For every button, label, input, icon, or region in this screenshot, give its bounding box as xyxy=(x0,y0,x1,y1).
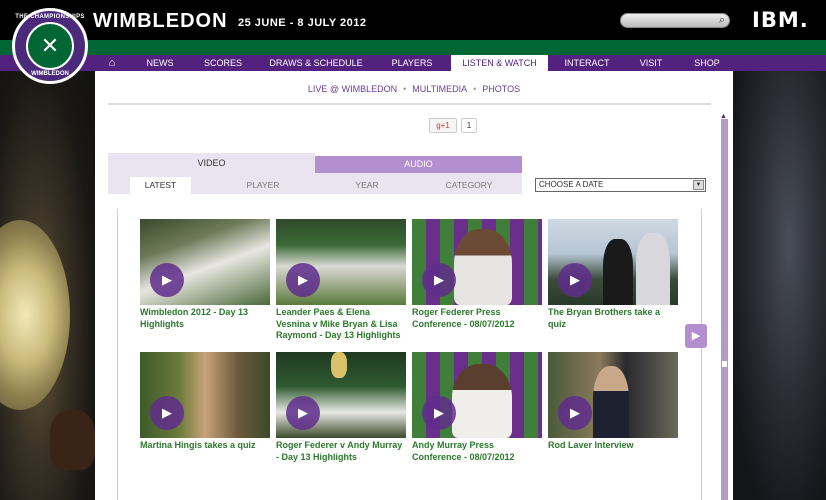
player-image xyxy=(452,364,512,438)
trophy-image xyxy=(0,220,70,410)
next-arrow-button[interactable]: ▶ xyxy=(685,324,707,348)
nav-item-news[interactable]: NEWS xyxy=(135,55,185,71)
search-icon[interactable]: ⌕ xyxy=(719,14,725,27)
video-title[interactable]: Leander Paes & Elena Vesnina v Mike Brya… xyxy=(276,307,406,342)
nav-item-shop[interactable]: SHOP xyxy=(688,55,726,71)
video-card[interactable]: ▶ Roger Federer v Andy Murray - Day 13 H… xyxy=(276,352,406,463)
main-panel: LIVE @ WIMBLEDON • MULTIMEDIA • PHOTOS g+1 1… xyxy=(95,71,733,500)
video-card[interactable]: ▶ Roger Federer Press Conference - 08/07… xyxy=(412,219,542,330)
search-input[interactable]: ⌕ xyxy=(620,13,730,28)
filter-year[interactable]: YEAR xyxy=(337,177,397,194)
nav-item-visit[interactable]: VISIT xyxy=(629,55,673,71)
event-dates: 25 JUNE - 8 JULY 2012 xyxy=(238,17,367,29)
video-title[interactable]: Rod Laver Interview xyxy=(548,440,678,452)
sponsor-logo[interactable]: IBM. xyxy=(752,8,809,32)
play-icon[interactable]: ▶ xyxy=(286,396,320,430)
logo-text-bottom: WIMBLEDON xyxy=(31,71,69,77)
gplus-button[interactable]: g+1 xyxy=(429,118,457,133)
video-thumbnail[interactable]: ▶ xyxy=(548,352,678,438)
video-card[interactable]: ▶ Leander Paes & Elena Vesnina v Mike Br… xyxy=(276,219,406,342)
video-card[interactable]: ▶ Andy Murray Press Conference - 08/07/2… xyxy=(412,352,542,463)
championships-logo[interactable]: THE CHAMPIONSHIPS ✕ WIMBLEDON xyxy=(12,8,88,84)
video-title[interactable]: Martina Hingis takes a quiz xyxy=(140,440,270,452)
play-icon[interactable]: ▶ xyxy=(558,396,592,430)
scrollbar[interactable] xyxy=(721,119,728,500)
video-thumbnail[interactable]: ▶ xyxy=(412,219,542,305)
divider xyxy=(108,103,711,105)
video-title[interactable]: Roger Federer v Andy Murray - Day 13 Hig… xyxy=(276,440,406,463)
play-icon[interactable]: ▶ xyxy=(422,396,456,430)
hand-image xyxy=(50,410,95,470)
video-title[interactable]: Roger Federer Press Conference - 08/07/2… xyxy=(412,307,542,330)
play-icon[interactable]: ▶ xyxy=(286,263,320,297)
nav-item-scores[interactable]: SCORES xyxy=(196,55,250,71)
video-thumbnail[interactable]: ▶ xyxy=(412,352,542,438)
video-thumbnail[interactable]: ▶ xyxy=(140,219,270,305)
nav-item-interact[interactable]: INTERACT xyxy=(559,55,615,71)
main-nav: ⌂ NEWS SCORES DRAWS & SCHEDULE PLAYERS L… xyxy=(0,55,826,71)
play-icon[interactable]: ▶ xyxy=(422,263,456,297)
video-thumbnail[interactable]: ▶ xyxy=(548,219,678,305)
background-crowd-left xyxy=(0,70,95,500)
date-select[interactable]: CHOOSE A DATE ▼ xyxy=(535,178,706,192)
gplus-label: +1 xyxy=(440,121,450,130)
filter-category[interactable]: CATEGORY xyxy=(439,177,499,194)
video-title[interactable]: The Bryan Brothers take a quiz xyxy=(548,307,678,330)
player-image xyxy=(603,239,633,305)
tab-video-label: VIDEO xyxy=(197,158,226,168)
player-image xyxy=(593,366,629,438)
trophy-icon xyxy=(331,352,347,378)
sub-link-photos[interactable]: PHOTOS xyxy=(482,84,520,94)
scrollbar-gap xyxy=(722,361,727,367)
video-card[interactable]: ▶ Wimbledon 2012 - Day 13 Highlights xyxy=(140,219,270,330)
nav-item-players[interactable]: PLAYERS xyxy=(381,55,443,71)
separator: • xyxy=(473,84,477,94)
logo-text-top: THE CHAMPIONSHIPS xyxy=(15,14,85,20)
video-title[interactable]: Wimbledon 2012 - Day 13 Highlights xyxy=(140,307,270,330)
video-thumbnail[interactable]: ▶ xyxy=(276,352,406,438)
video-card[interactable]: ▶ The Bryan Brothers take a quiz xyxy=(548,219,678,330)
video-card[interactable]: ▶ Rod Laver Interview xyxy=(548,352,678,452)
background-crowd-right xyxy=(733,70,826,500)
brand-title[interactable]: WIMBLEDON xyxy=(93,10,228,33)
tab-audio[interactable]: AUDIO xyxy=(315,156,522,173)
crossed-rackets-icon: ✕ xyxy=(26,22,74,70)
video-card[interactable]: ▶ Martina Hingis takes a quiz xyxy=(140,352,270,452)
sub-nav: LIVE @ WIMBLEDON • MULTIMEDIA • PHOTOS xyxy=(95,84,733,94)
date-select-value: CHOOSE A DATE xyxy=(539,180,604,189)
video-title[interactable]: Andy Murray Press Conference - 08/07/201… xyxy=(412,440,542,463)
gplus-count: 1 xyxy=(461,118,477,133)
play-icon[interactable]: ▶ xyxy=(150,396,184,430)
home-icon[interactable]: ⌂ xyxy=(104,55,120,71)
sub-link-multimedia[interactable]: MULTIMEDIA xyxy=(412,84,467,94)
video-thumbnail[interactable]: ▶ xyxy=(276,219,406,305)
sub-link-live[interactable]: LIVE @ WIMBLEDON xyxy=(308,84,397,94)
header-green-bar xyxy=(0,40,826,55)
separator: • xyxy=(403,84,407,94)
chevron-down-icon[interactable]: ▼ xyxy=(693,180,704,190)
filter-latest[interactable]: LATEST xyxy=(130,177,191,194)
nav-item-listen-watch[interactable]: LISTEN & WATCH xyxy=(451,55,548,71)
filter-player[interactable]: PLAYER xyxy=(233,177,293,194)
player-image xyxy=(454,229,512,305)
player-image xyxy=(636,233,670,305)
play-icon[interactable]: ▶ xyxy=(150,263,184,297)
play-icon[interactable]: ▶ xyxy=(558,263,592,297)
site-header: WIMBLEDON 25 JUNE - 8 JULY 2012 ⌕ IBM. xyxy=(0,0,826,40)
nav-item-draws-schedule[interactable]: DRAWS & SCHEDULE xyxy=(265,55,367,71)
video-thumbnail[interactable]: ▶ xyxy=(140,352,270,438)
